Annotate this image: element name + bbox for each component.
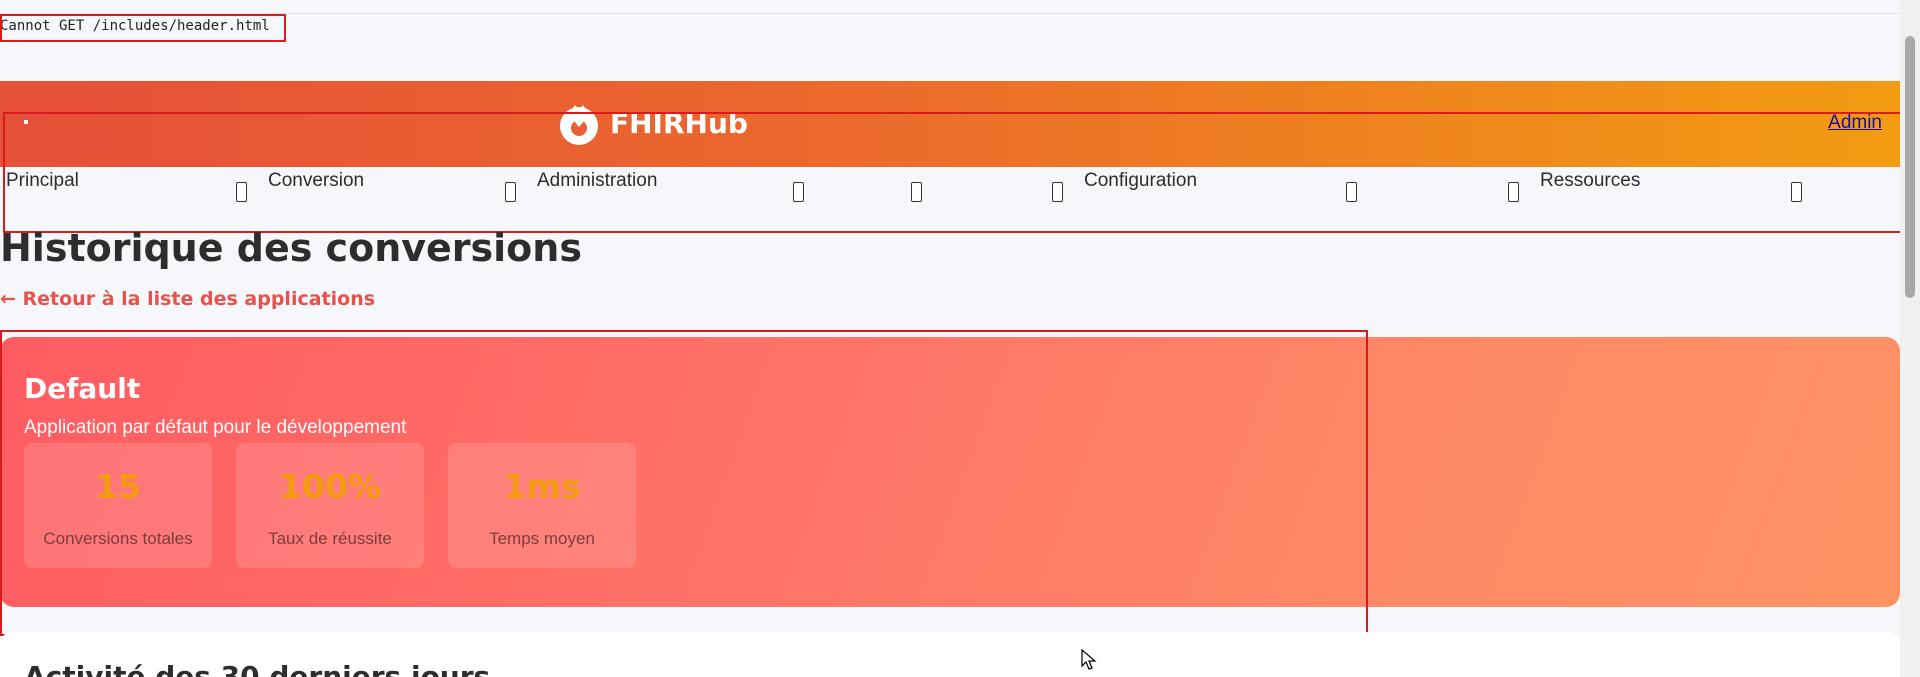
highlight-box-error xyxy=(0,14,286,42)
page-title: Historique des conversions xyxy=(0,226,582,270)
mouse-cursor-icon xyxy=(1081,649,1097,670)
back-to-applications-link[interactable]: ← Retour à la liste des applications xyxy=(0,288,375,310)
highlight-box-card xyxy=(0,330,1368,636)
page-viewport: Cannot GET /includes/header.html FHIRHub… xyxy=(0,0,1900,677)
highlight-box-nav xyxy=(3,112,1900,233)
scrollbar-thumb[interactable] xyxy=(1905,36,1915,298)
activity-title: Activité des 30 derniers jours xyxy=(24,660,491,677)
